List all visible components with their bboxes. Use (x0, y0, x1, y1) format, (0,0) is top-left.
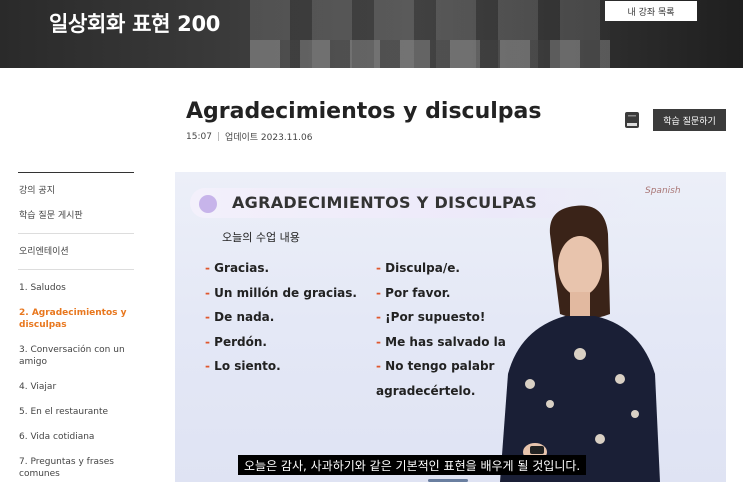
sidebar-item-lesson-3[interactable]: 3. Conversación con un amigo (18, 344, 134, 368)
lesson-updated-date: 업데이트 2023.11.06 (224, 133, 313, 143)
phrase-item: - Por favor. (376, 285, 451, 300)
sidebar-item-orientation[interactable]: 오리엔테이션 (18, 246, 134, 258)
lesson-meta: 15:07 업데이트 2023.11.06 (186, 130, 313, 144)
sidebar-item-lesson-7[interactable]: 7. Preguntas y frases comunes (18, 456, 134, 480)
lesson-title: Agradecimientos y disculpas (186, 99, 542, 124)
sidebar-divider (18, 233, 134, 234)
phrase-item: - Me has salvado la (376, 334, 506, 349)
presenter-image (500, 205, 660, 482)
lesson-duration: 15:07 (186, 131, 212, 142)
my-courses-button[interactable]: 내 강좌 목록 (605, 1, 697, 21)
phrase-item: - No tengo palabr (376, 359, 495, 373)
phrase-item: - Gracias. (205, 261, 270, 275)
banner-background-seats (250, 40, 610, 68)
meta-divider (217, 132, 219, 141)
sidebar-divider (18, 269, 134, 270)
sidebar-item-lesson-4[interactable]: 4. Viajar (18, 381, 134, 393)
video-scrubber[interactable] (428, 479, 468, 482)
slide-subtitle: 오늘의 수업 내용 (222, 231, 300, 244)
sidebar-item-qa-board[interactable]: 학습 질문 게시판 (18, 210, 134, 222)
course-banner: 일상회화 표현 200 내 강좌 목록 (0, 0, 743, 68)
phrase-item: - Un millón de gracias. (205, 285, 357, 300)
phrase-item: agradecértelo. (376, 383, 476, 398)
sidebar-nav: 강의 공지 학습 질문 게시판 오리엔테이션 1. Saludos 2. Agr… (18, 172, 134, 480)
slide-title-dot (199, 195, 217, 213)
video-player[interactable]: AGRADECIMIENTOS Y DISCULPAS Spanish 오늘의 … (175, 172, 726, 482)
phrase-item: - De nada. (205, 310, 275, 324)
brand-logo: Spanish (645, 186, 681, 196)
left-phrase-list: - Gracias. - Un millón de gracias. - De … (205, 256, 357, 379)
sidebar-item-lesson-5[interactable]: 5. En el restaurante (18, 406, 134, 418)
phrase-item: - ¡Por supuesto! (376, 310, 486, 324)
phrase-item: - Perdón. (205, 334, 267, 349)
sidebar-item-lesson-2[interactable]: 2. Agradecimientos y disculpas (18, 307, 134, 331)
right-phrase-list: - Disculpa/e. - Por favor. - ¡Por supues… (376, 256, 506, 403)
video-caption: 오늘은 감사, 사과하기와 같은 기본적인 표현을 배우게 될 것입니다. (238, 455, 587, 475)
sidebar-item-lesson-6[interactable]: 6. Vida cotidiana (18, 431, 134, 443)
sidebar-item-lesson-1[interactable]: 1. Saludos (18, 282, 134, 294)
book-icon[interactable] (625, 112, 640, 128)
ask-question-button[interactable]: 학습 질문하기 (653, 109, 726, 131)
course-title: 일상회화 표현 200 (49, 12, 221, 36)
phrase-item: - Disculpa/e. (376, 261, 460, 275)
phrase-item: - Lo siento. (205, 359, 281, 373)
sidebar-item-notice[interactable]: 강의 공지 (18, 185, 134, 197)
